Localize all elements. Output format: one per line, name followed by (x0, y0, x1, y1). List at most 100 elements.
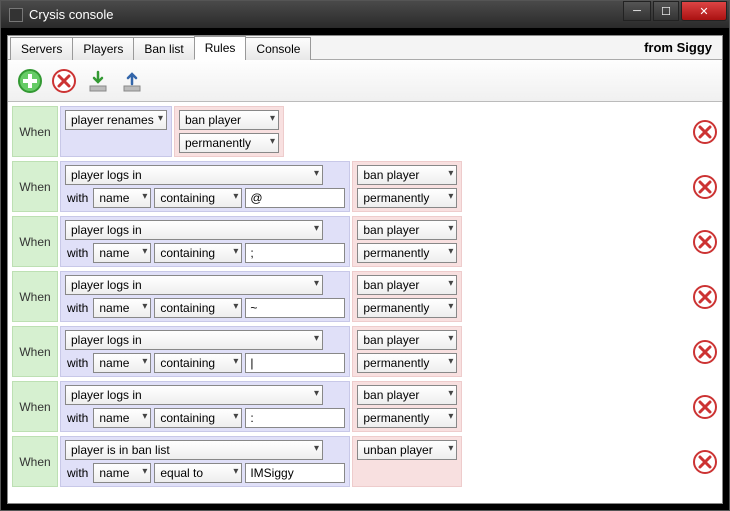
op-select[interactable]: containing (154, 188, 242, 208)
event-select[interactable]: player logs in (65, 330, 323, 350)
op-select[interactable]: containing (154, 243, 242, 263)
tab-ban-list[interactable]: Ban list (133, 37, 194, 60)
field-select[interactable]: name (93, 243, 151, 263)
x-circle-icon (692, 284, 718, 310)
field-select[interactable]: name (93, 353, 151, 373)
x-circle-icon (692, 119, 718, 145)
action-select-0[interactable]: ban player (357, 275, 457, 295)
export-button[interactable] (118, 67, 146, 95)
rules-list: When player renames ban player permanentl… (8, 102, 722, 503)
op-select[interactable]: containing (154, 298, 242, 318)
brand-label: from Siggy (634, 36, 722, 59)
action-block: unban player (352, 436, 462, 487)
minimize-button[interactable]: ─ (623, 1, 651, 21)
value-input[interactable] (245, 298, 345, 318)
value-input[interactable] (245, 408, 345, 428)
delete-rule-button[interactable] (684, 326, 718, 377)
maximize-button[interactable]: ☐ (653, 1, 679, 21)
event-select[interactable]: player logs in (65, 220, 323, 240)
value-input[interactable] (245, 188, 345, 208)
condition-block: player renames (60, 106, 172, 157)
op-select[interactable]: containing (154, 353, 242, 373)
action-select-0[interactable]: ban player (357, 220, 457, 240)
rule-row: When player logs inwithnamecontaining ba… (12, 271, 718, 322)
with-label: with (65, 191, 90, 205)
when-label: When (12, 106, 58, 157)
rule-row: When player logs in withnamecontaining ba… (12, 326, 718, 377)
tab-players[interactable]: Players (72, 37, 134, 60)
op-select[interactable]: containing (154, 408, 242, 428)
action-select-1[interactable]: permanently (357, 188, 457, 208)
delete-rule-button[interactable] (684, 436, 718, 487)
delete-all-button[interactable] (50, 67, 78, 95)
event-select[interactable]: player logs in (65, 275, 323, 295)
app-icon (9, 8, 23, 22)
action-select-1[interactable]: permanently (357, 353, 457, 373)
tab-servers[interactable]: Servers (10, 37, 73, 60)
tab-rules[interactable]: Rules (194, 36, 247, 60)
x-circle-icon (692, 449, 718, 475)
window-title: Crysis console (29, 7, 114, 22)
x-circle-icon (692, 394, 718, 420)
field-select[interactable]: name (93, 188, 151, 208)
action-select-0[interactable]: ban player (357, 330, 457, 350)
action-block: ban player permanently (352, 271, 462, 322)
value-input[interactable] (245, 463, 345, 483)
client-area: ServersPlayersBan listRulesConsole from S… (7, 35, 723, 504)
close-button[interactable]: ✕ (681, 1, 727, 21)
with-label: with (65, 356, 90, 370)
with-label: with (65, 411, 90, 425)
action-select-1[interactable]: permanently (357, 408, 457, 428)
with-label: with (65, 246, 90, 260)
action-block: ban player permanently (352, 161, 462, 212)
when-label: When (12, 326, 58, 377)
x-circle-icon (51, 68, 77, 94)
export-icon (119, 68, 145, 94)
import-icon (85, 68, 111, 94)
rule-row: When player is in ban list withnameequal … (12, 436, 718, 487)
action-select-0[interactable]: ban player (357, 165, 457, 185)
delete-rule-button[interactable] (684, 381, 718, 432)
when-label: When (12, 161, 58, 212)
with-label: with (65, 301, 90, 315)
x-circle-icon (692, 174, 718, 200)
toolbar (8, 60, 722, 102)
action-select-0[interactable]: ban player (179, 110, 279, 130)
event-select[interactable]: player renames (65, 110, 167, 130)
delete-rule-button[interactable] (684, 216, 718, 267)
action-select-0[interactable]: ban player (357, 385, 457, 405)
action-block: ban player permanently (352, 326, 462, 377)
event-select[interactable]: player logs in (65, 165, 323, 185)
condition-block: player logs in withnamecontaining (60, 381, 350, 432)
field-select[interactable]: name (93, 463, 151, 483)
event-select[interactable]: player is in ban list (65, 440, 323, 460)
import-button[interactable] (84, 67, 112, 95)
delete-rule-button[interactable] (684, 271, 718, 322)
delete-rule-button[interactable] (684, 106, 718, 157)
field-select[interactable]: name (93, 408, 151, 428)
when-label: When (12, 436, 58, 487)
condition-block: player logs in withnamecontaining (60, 326, 350, 377)
with-label: with (65, 466, 90, 480)
op-select[interactable]: equal to (154, 463, 242, 483)
tab-console[interactable]: Console (245, 37, 311, 60)
condition-block: player logs in withnamecontaining (60, 216, 350, 267)
action-select-1[interactable]: permanently (357, 243, 457, 263)
x-circle-icon (692, 339, 718, 365)
titlebar[interactable]: Crysis console ─ ☐ ✕ (1, 1, 729, 29)
action-select-1[interactable]: permanently (179, 133, 279, 153)
rule-row: When player renames ban player permanentl… (12, 106, 718, 157)
condition-block: player is in ban list withnameequal to (60, 436, 350, 487)
action-block: ban player permanently (352, 381, 462, 432)
add-rule-button[interactable] (16, 67, 44, 95)
value-input[interactable] (245, 243, 345, 263)
value-input[interactable] (245, 353, 345, 373)
action-select-1[interactable]: permanently (357, 298, 457, 318)
tabbar: ServersPlayersBan listRulesConsole from S… (8, 36, 722, 60)
delete-rule-button[interactable] (684, 161, 718, 212)
field-select[interactable]: name (93, 298, 151, 318)
event-select[interactable]: player logs in (65, 385, 323, 405)
condition-block: player logs in withnamecontaining (60, 271, 350, 322)
action-select-0[interactable]: unban player (357, 440, 457, 460)
when-label: When (12, 216, 58, 267)
